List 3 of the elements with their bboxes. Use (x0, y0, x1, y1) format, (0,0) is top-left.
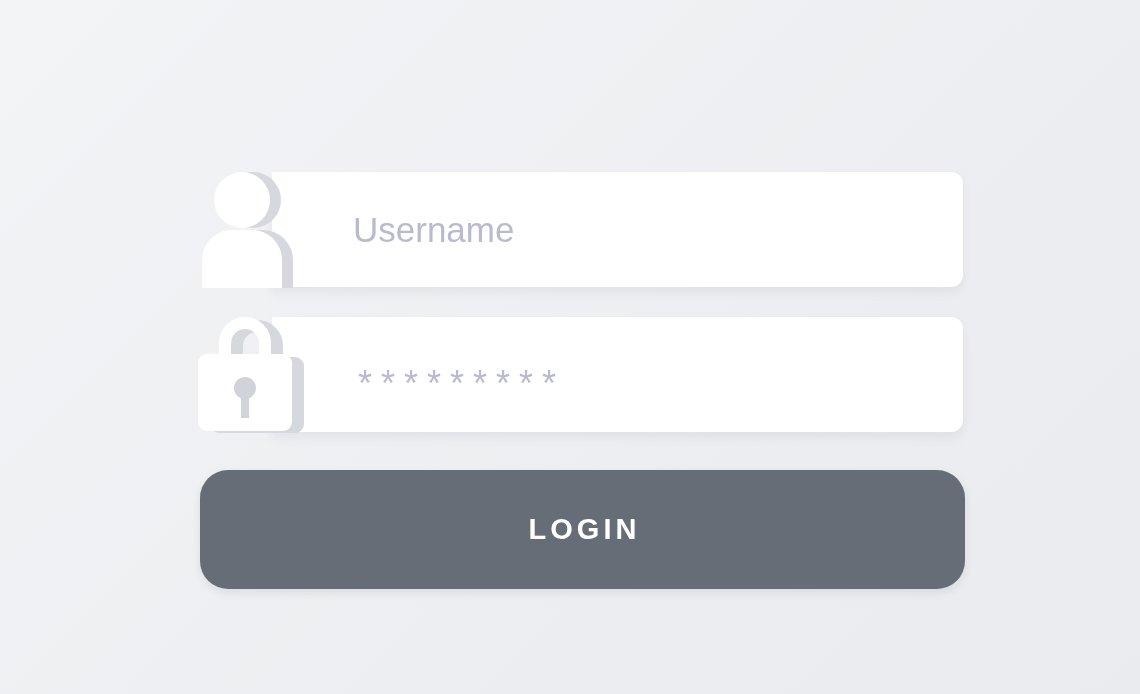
login-button[interactable]: LOGIN (200, 470, 965, 589)
lock-icon (198, 317, 306, 433)
username-field[interactable]: Username (272, 172, 963, 287)
